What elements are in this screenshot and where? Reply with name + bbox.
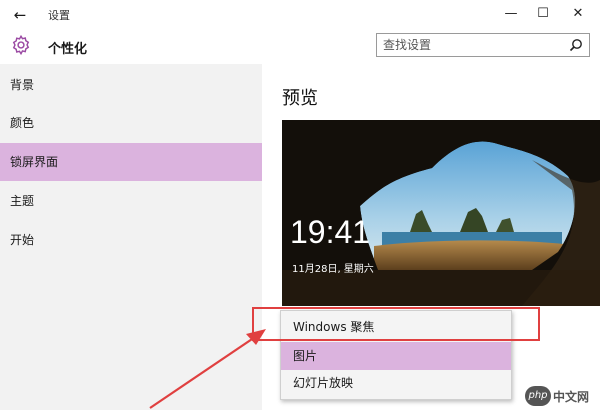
- php-logo-badge: php: [525, 386, 551, 406]
- watermark-text: 中文网: [553, 390, 590, 404]
- search-icon[interactable]: [569, 38, 583, 52]
- option-slideshow[interactable]: 幻灯片放映: [281, 369, 511, 397]
- sidebar-item-colors[interactable]: 颜色: [0, 104, 262, 142]
- settings-window: ← 设置 — ☐ ✕ 个性化 背景 颜色 锁屏界面 主题 开始 预览: [0, 0, 600, 410]
- sidebar-item-themes[interactable]: 主题: [0, 182, 262, 220]
- option-picture[interactable]: 图片: [281, 342, 511, 370]
- maximize-button[interactable]: ☐: [530, 3, 556, 25]
- lock-screen-date: 11月28日, 星期六: [292, 264, 374, 275]
- title-bar: ← 设置 — ☐ ✕: [0, 0, 600, 30]
- close-button[interactable]: ✕: [565, 3, 591, 25]
- preview-heading: 预览: [282, 88, 318, 109]
- sidebar: 背景 颜色 锁屏界面 主题 开始: [0, 64, 262, 410]
- gear-icon: [12, 34, 30, 56]
- app-title: 设置: [48, 9, 70, 22]
- sidebar-item-background[interactable]: 背景: [0, 66, 262, 104]
- sidebar-item-start[interactable]: 开始: [0, 221, 262, 259]
- lock-screen-preview: 19:41 11月28日, 星期六: [282, 120, 600, 306]
- cave-landscape-image: [282, 120, 600, 306]
- sidebar-item-lock-screen[interactable]: 锁屏界面: [0, 143, 262, 181]
- lock-screen-time: 19:41: [290, 214, 371, 250]
- minimize-button[interactable]: —: [498, 3, 524, 25]
- annotation-highlight-box: [252, 307, 540, 341]
- page-title: 个性化: [48, 42, 88, 57]
- search-input[interactable]: [383, 36, 563, 54]
- back-arrow-icon[interactable]: ←: [8, 4, 32, 26]
- page-header: 个性化: [0, 30, 600, 64]
- search-box[interactable]: [376, 33, 590, 57]
